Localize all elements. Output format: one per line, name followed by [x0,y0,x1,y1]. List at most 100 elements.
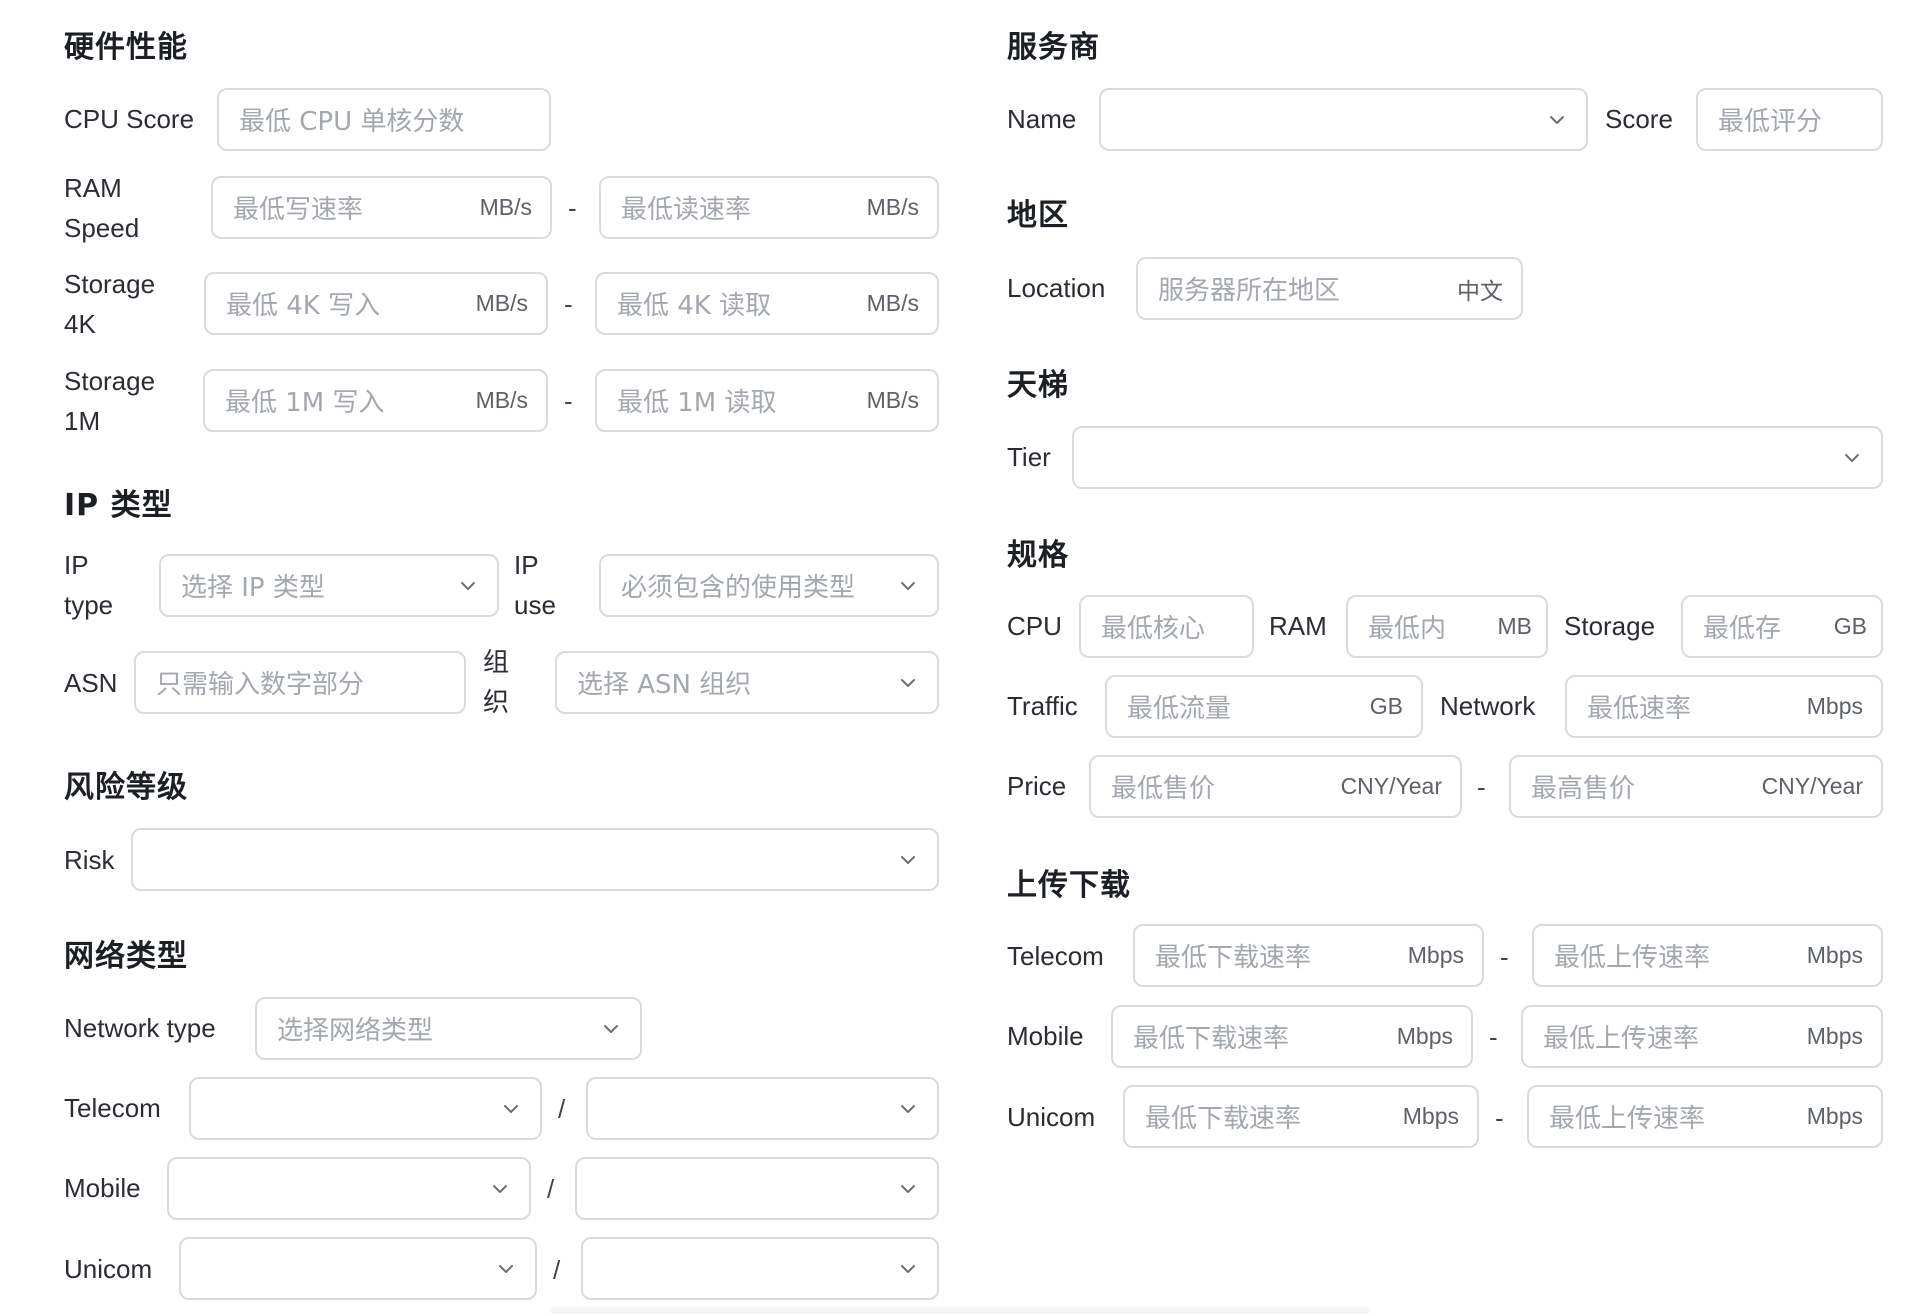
price-max-input[interactable]: 最高售价 CNY/Year [1509,755,1883,818]
storage-4k-read-placeholder: 最低 4K 读取 [617,291,772,321]
price-separator: - [1477,772,1486,802]
spec-storage-unit: GB [1833,613,1867,639]
price-min-input[interactable]: 最低售价 CNY/Year [1089,755,1462,818]
spec-cpu-input[interactable]: 最低核心 [1079,595,1254,658]
mobile-upload-placeholder: 最低上传速率 [1543,1024,1700,1054]
network-mobile-label: Mobile [64,1173,141,1203]
ip-use-placeholder: 必须包含的使用类型 [621,573,856,603]
ladder-title: 天梯 [1007,368,1069,403]
mobile-download-input[interactable]: 最低下载速率 Mbps [1111,1005,1473,1068]
network-telecom-right-select[interactable] [586,1077,939,1140]
network-type-select[interactable]: 选择网络类型 [255,997,642,1060]
location-input[interactable]: 服务器所在地区 中文 [1136,257,1523,320]
ram-read-input[interactable]: 最低读速率 MB/s [599,176,939,239]
chevron-down-icon [897,575,919,597]
network-mobile-right-select[interactable] [575,1157,939,1220]
unicom-separator: - [1495,1103,1504,1133]
telecom-separator: - [1500,942,1509,972]
org-label-line1: 组 [483,647,510,677]
chevron-down-icon [897,1178,919,1200]
telecom-download-placeholder: 最低下载速率 [1155,943,1312,973]
ram-write-input[interactable]: 最低写速率 MB/s [211,176,552,239]
ram-speed-label-line1: RAM [64,173,122,203]
network-unicom-label: Unicom [64,1254,153,1284]
telecom-upload-placeholder: 最低上传速率 [1554,943,1711,973]
spec-storage-placeholder: 最低存 [1703,614,1782,644]
provider-title: 服务商 [1007,30,1100,65]
unicom-upload-input[interactable]: 最低上传速率 Mbps [1527,1085,1883,1148]
storage-4k-separator: - [564,289,573,319]
spec-traffic-unit: GB [1369,693,1403,719]
network-mobile-left-select[interactable] [167,1157,531,1220]
network-telecom-separator: / [558,1094,566,1124]
ip-use-label-line2: use [514,590,556,620]
storage-4k-write-placeholder: 最低 4K 写入 [226,291,381,321]
storage-1m-write-input[interactable]: 最低 1M 写入 MB/s [203,369,548,432]
spec-ram-placeholder: 最低内 [1368,614,1447,644]
ram-read-placeholder: 最低读速率 [621,195,752,225]
ram-speed-separator: - [568,193,577,223]
cpu-score-input[interactable]: 最低 CPU 单核分数 [217,88,551,151]
network-telecom-left-select[interactable] [189,1077,542,1140]
network-unicom-separator: / [553,1255,561,1285]
region-title: 地区 [1007,198,1069,233]
storage-1m-read-unit: MB/s [866,387,919,413]
spec-ram-unit: MB [1497,613,1533,639]
chevron-down-icon [500,1098,522,1120]
network-telecom-label: Telecom [64,1093,161,1123]
spec-network-input[interactable]: 最低速率 Mbps [1565,675,1883,738]
cpu-score-placeholder: 最低 CPU 单核分数 [239,107,465,137]
unicom-download-placeholder: 最低下载速率 [1145,1104,1302,1134]
network-type-label: Network type [64,1013,216,1043]
asn-input[interactable]: 只需输入数字部分 [134,651,466,714]
tier-select[interactable] [1072,426,1883,489]
chevron-down-icon [897,849,919,871]
risk-label: Risk [64,845,115,875]
ram-read-unit: MB/s [866,194,919,220]
provider-score-input[interactable]: 最低评分 [1696,88,1883,151]
hardware-title: 硬件性能 [64,30,188,65]
storage-1m-label-line1: Storage [64,366,156,396]
spec-ram-input[interactable]: 最低内 MB [1346,595,1548,658]
network-unicom-right-select[interactable] [581,1237,939,1300]
storage-4k-read-input[interactable]: 最低 4K 读取 MB/s [595,272,939,335]
ip-title: IP 类型 [64,488,173,523]
spec-title: 规格 [1007,538,1069,573]
price-max-placeholder: 最高售价 [1531,774,1636,804]
unicom-download-input[interactable]: 最低下载速率 Mbps [1123,1085,1479,1148]
org-label: 组 织 [483,642,509,722]
spec-ram-label: RAM [1269,611,1327,641]
tier-label: Tier [1007,442,1051,472]
chevron-down-icon [897,1258,919,1280]
chevron-down-icon [489,1178,511,1200]
spec-storage-input[interactable]: 最低存 GB [1681,595,1883,658]
unicom-upload-placeholder: 最低上传速率 [1549,1104,1706,1134]
provider-name-select[interactable] [1099,88,1588,151]
asn-org-select[interactable]: 选择 ASN 组织 [555,651,939,714]
updown-telecom-label: Telecom [1007,941,1104,971]
storage-1m-read-input[interactable]: 最低 1M 读取 MB/s [595,369,939,432]
spec-cpu-label: CPU [1007,611,1062,641]
mobile-upload-unit: Mbps [1806,1023,1863,1049]
network-unicom-left-select[interactable] [179,1237,537,1300]
chevron-down-icon [897,1098,919,1120]
ip-use-select[interactable]: 必须包含的使用类型 [599,554,939,617]
spec-traffic-input[interactable]: 最低流量 GB [1105,675,1423,738]
ram-speed-label: RAM Speed [64,168,139,248]
unicom-upload-unit: Mbps [1806,1103,1863,1129]
ip-type-label-line1: IP [64,550,89,580]
chevron-down-icon [1546,109,1568,131]
asn-org-placeholder: 选择 ASN 组织 [577,670,752,700]
storage-4k-read-unit: MB/s [866,290,919,316]
ip-type-select[interactable]: 选择 IP 类型 [159,554,499,617]
chevron-down-icon [1841,447,1863,469]
mobile-download-placeholder: 最低下载速率 [1133,1024,1290,1054]
ip-type-label-line2: type [64,590,114,620]
mobile-upload-input[interactable]: 最低上传速率 Mbps [1521,1005,1883,1068]
telecom-download-input[interactable]: 最低下载速率 Mbps [1133,924,1484,987]
storage-4k-write-input[interactable]: 最低 4K 写入 MB/s [204,272,548,335]
telecom-upload-input[interactable]: 最低上传速率 Mbps [1532,924,1883,987]
risk-select[interactable] [131,828,939,891]
storage-1m-read-placeholder: 最低 1M 读取 [617,388,777,418]
spec-traffic-placeholder: 最低流量 [1127,694,1232,724]
